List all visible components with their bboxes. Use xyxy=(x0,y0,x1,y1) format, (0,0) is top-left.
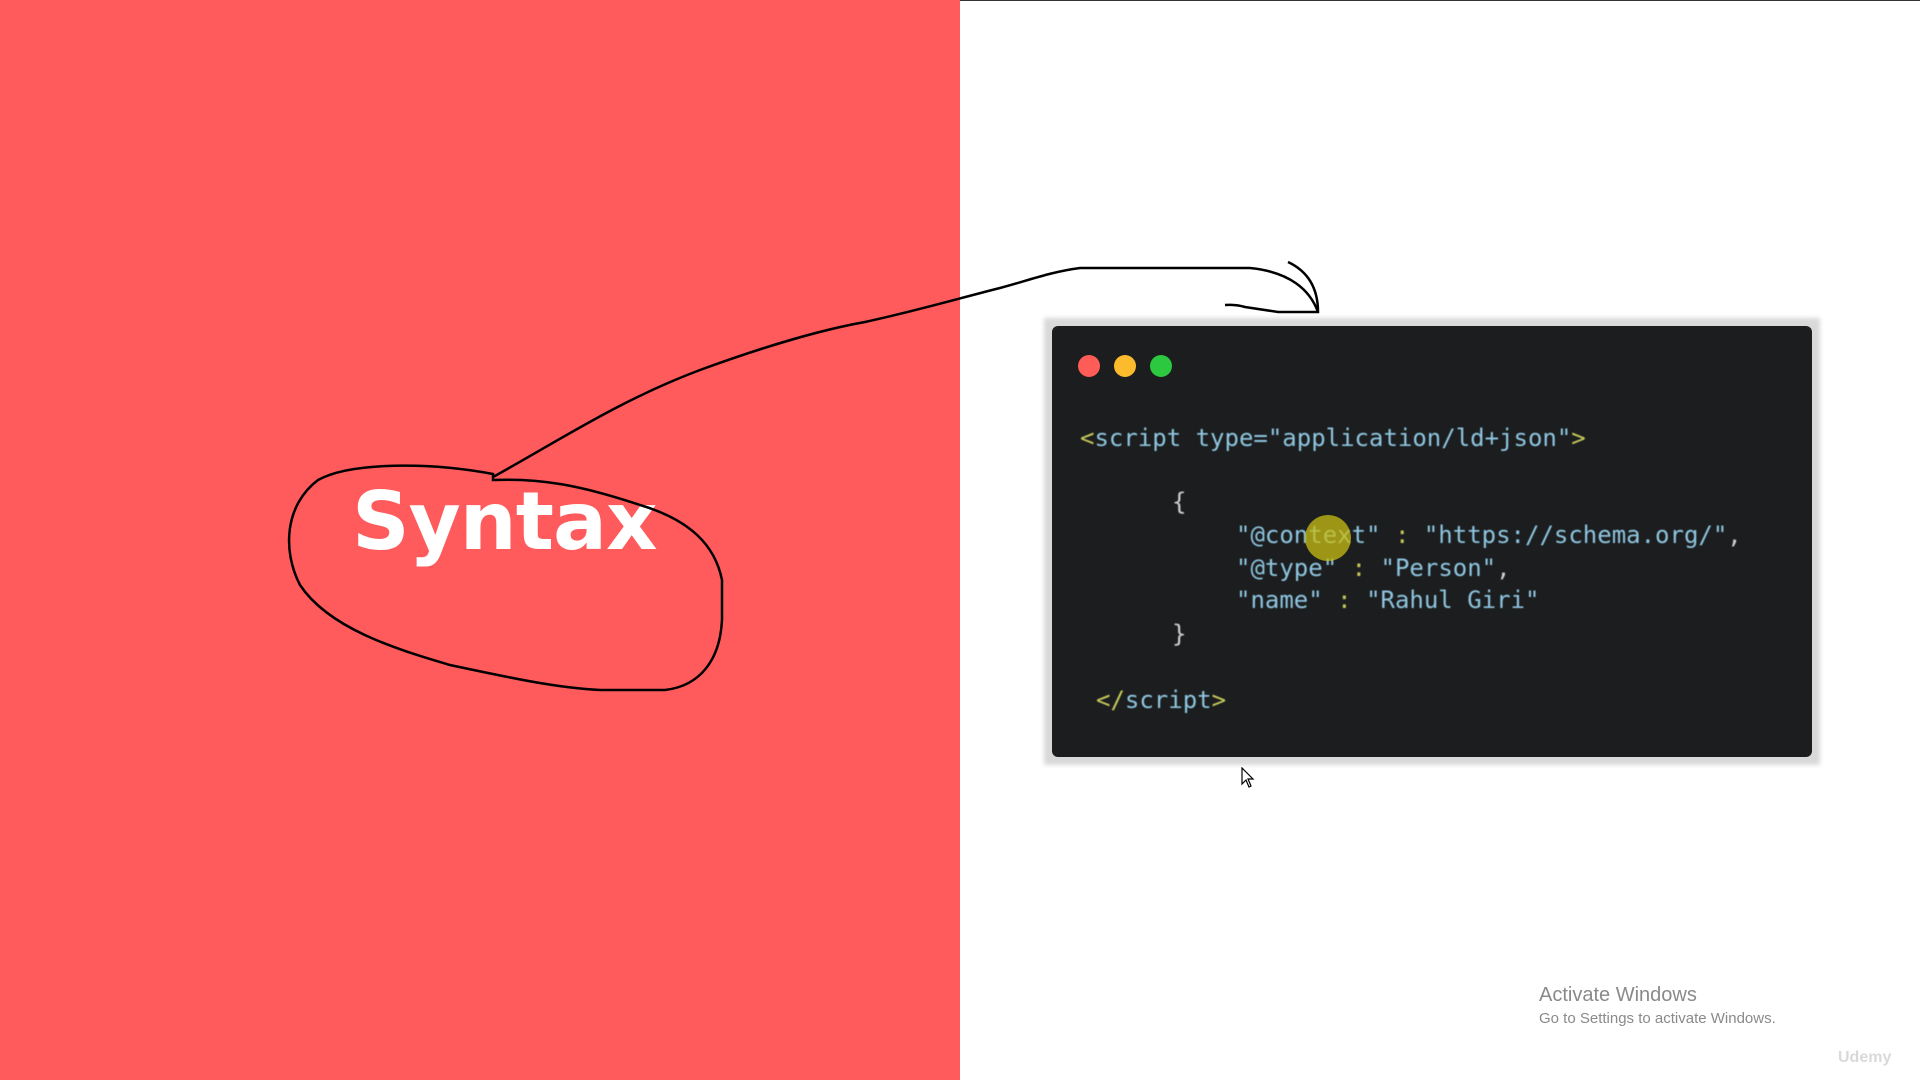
code-token: > xyxy=(1211,686,1227,714)
code-token: script xyxy=(1094,424,1182,452)
code-token: type= xyxy=(1181,424,1268,452)
code-token: , xyxy=(1727,521,1742,549)
code-line-open-tag: <script type="application/ld+json"> xyxy=(1080,424,1586,452)
udemy-watermark: Udemy xyxy=(1838,1049,1892,1066)
code-token: } xyxy=(1172,620,1187,648)
code-token: : xyxy=(1322,586,1367,614)
code-line-brace-open: { xyxy=(1172,488,1186,516)
code-token: > xyxy=(1571,424,1586,452)
code-token: : xyxy=(1380,521,1424,549)
code-line-name: "name" : "Rahul Giri" xyxy=(1236,586,1539,614)
code-token: "name" xyxy=(1236,586,1323,614)
activate-windows-subtitle: Go to Settings to activate Windows. xyxy=(1539,1010,1776,1027)
code-line-type: "@type" : "Person", xyxy=(1236,554,1511,582)
code-line-close-tag: </script> xyxy=(1096,686,1226,714)
code-token: script xyxy=(1124,686,1212,714)
code-token: "Rahul Giri" xyxy=(1366,586,1540,614)
mouse-pointer-icon xyxy=(1241,767,1255,788)
code-token: : xyxy=(1337,554,1381,582)
cursor-highlight-circle xyxy=(1305,515,1351,561)
code-token: "Person" xyxy=(1380,554,1497,582)
close-dot-icon xyxy=(1078,355,1100,377)
code-token: "application/ld+json" xyxy=(1267,424,1572,452)
slide-title: Syntax xyxy=(352,475,658,568)
activate-windows-notice: Activate Windows Go to Settings to activ… xyxy=(1539,984,1776,1027)
code-token: "https://schema.org/" xyxy=(1423,521,1728,549)
slide-left-panel: Syntax xyxy=(0,0,960,1080)
minimize-dot-icon xyxy=(1114,355,1136,377)
code-token: , xyxy=(1496,554,1511,582)
activate-windows-title: Activate Windows xyxy=(1539,984,1697,1006)
code-token: < xyxy=(1080,424,1095,452)
code-line-brace-close: } xyxy=(1172,620,1186,648)
code-token: { xyxy=(1172,488,1187,516)
annotation-arrow-head xyxy=(1224,260,1320,314)
code-window: <script type="application/ld+json"> { "@… xyxy=(1052,326,1812,757)
code-token: </ xyxy=(1096,686,1125,714)
maximize-dot-icon xyxy=(1150,355,1172,377)
